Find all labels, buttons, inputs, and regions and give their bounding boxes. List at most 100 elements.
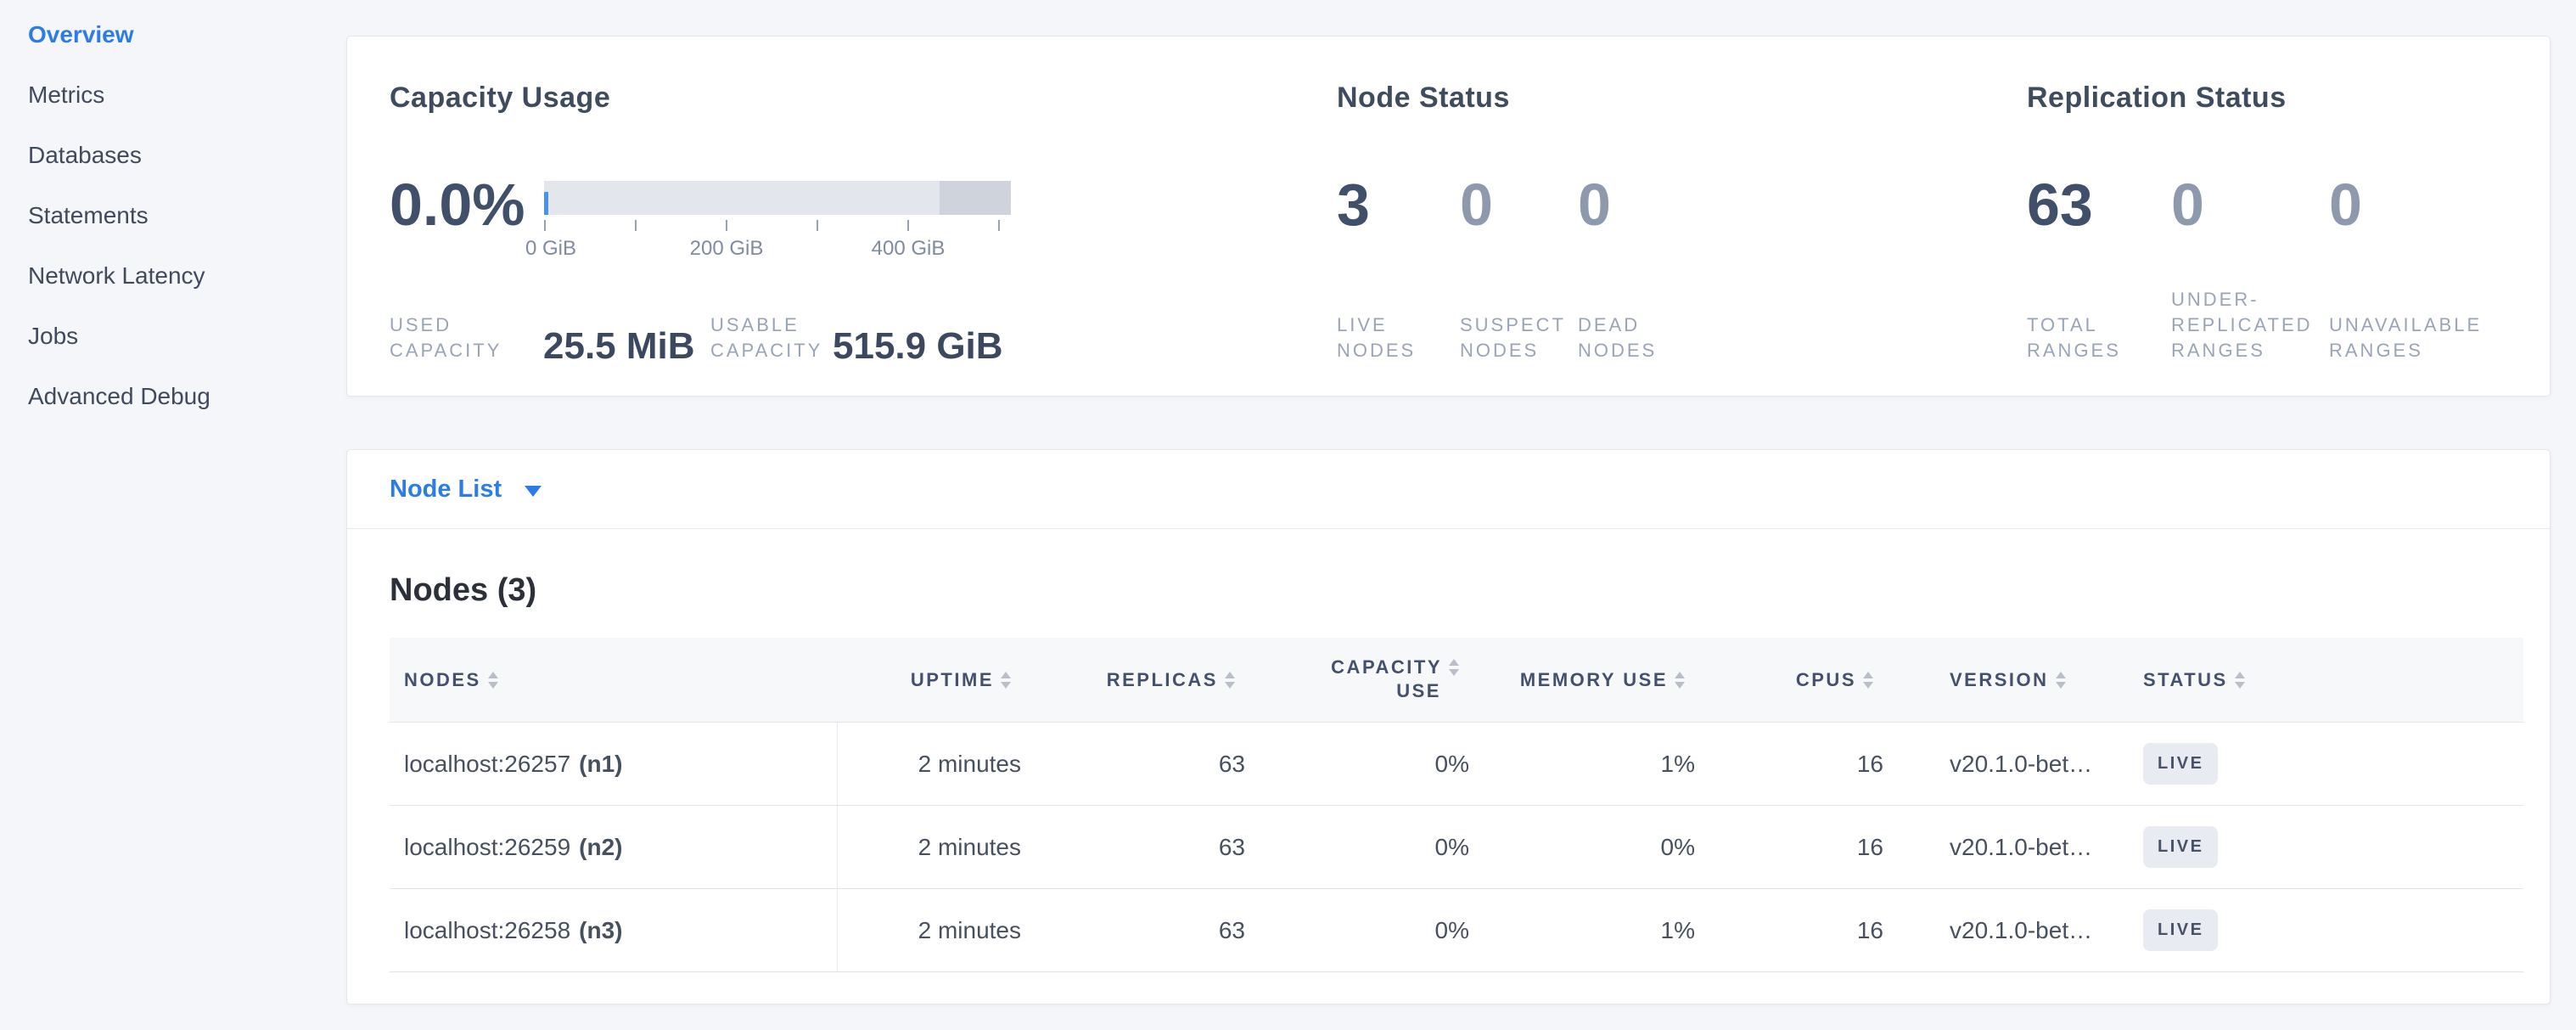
status-badge: LIVE (2143, 743, 2218, 785)
capacity-usage-title: Capacity Usage (390, 82, 610, 115)
status-cell: LIVE (2123, 743, 2523, 785)
column-header-label: UPTIME (911, 669, 994, 691)
sidebar-item-statements[interactable]: Statements (28, 204, 346, 228)
gauge-tick (817, 220, 818, 231)
capacity-gauge-secondary-segment (940, 181, 1011, 215)
capacity-gauge-used-marker (544, 192, 548, 215)
memory-use-cell: 1% (1469, 917, 1695, 944)
suspect-nodes-label: SUSPECT NODES (1460, 312, 1574, 363)
uptime-cell: 2 minutes (838, 917, 1021, 944)
version-cell: v20.1.0-bet… (1883, 751, 2123, 778)
column-header-capacity-use[interactable]: CAPACITY USE (1245, 656, 1469, 704)
capacity-used-percent: 0.0% (390, 172, 525, 237)
dead-nodes-count: 0 (1578, 172, 1611, 237)
node-address: localhost:26259 (404, 834, 570, 861)
column-header-label: REPLICAS (1107, 669, 1218, 691)
capacity-use-cell: 0% (1245, 917, 1469, 944)
chevron-down-icon (525, 486, 542, 497)
cluster-summary-card: Capacity Usage 0.0% 0 GiB 200 GiB 400 Gi… (346, 36, 2551, 397)
capacity-use-cell: 0% (1245, 751, 1469, 778)
column-header-version[interactable]: VERSION (1883, 669, 2123, 691)
total-ranges-count: 63 (2027, 172, 2093, 237)
node-status-title: Node Status (1337, 82, 1510, 115)
dead-nodes-label: DEAD NODES (1578, 312, 1671, 363)
sort-icon[interactable] (488, 672, 498, 689)
live-nodes-label: LIVE NODES (1337, 312, 1430, 363)
usable-capacity-label: USABLE CAPACITY (710, 312, 838, 363)
status-cell: LIVE (2123, 909, 2523, 951)
gauge-tick (544, 220, 546, 231)
table-row[interactable]: localhost:26257 (n1) 2 minutes 63 0% 1% … (390, 723, 2523, 806)
uptime-cell: 2 minutes (838, 834, 1021, 861)
sidebar: Overview Metrics Databases Statements Ne… (0, 0, 346, 1030)
usable-capacity-value: 515.9 GiB (833, 328, 1003, 365)
nodes-table: NODES UPTIME REPLICAS CAPACITY USE (390, 638, 2523, 972)
node-id: (n3) (579, 917, 622, 944)
gauge-tick (726, 220, 727, 231)
replication-status-title: Replication Status (2027, 82, 2287, 115)
column-header-label: VERSION (1950, 669, 2049, 691)
column-header-label: CAPACITY (1331, 656, 1442, 678)
capacity-gauge-track (544, 181, 1011, 215)
sidebar-item-databases[interactable]: Databases (28, 144, 346, 167)
column-header-label: CPUS (1796, 669, 1856, 691)
replicas-cell: 63 (1021, 751, 1245, 778)
used-capacity-value: 25.5 MiB (543, 328, 695, 365)
node-list-selector[interactable]: Node List (347, 450, 2550, 529)
capacity-gauge: 0 GiB 200 GiB 400 GiB (544, 181, 1011, 291)
cpus-cell: 16 (1695, 834, 1883, 861)
node-address-cell: localhost:26257 (n1) (390, 723, 838, 805)
column-header-cpus[interactable]: CPUS (1695, 669, 1883, 691)
gauge-axis-label: 0 GiB (525, 237, 576, 261)
column-header-nodes[interactable]: NODES (390, 669, 838, 691)
under-replicated-ranges-label: UNDER-REPLICATED RANGES (2171, 287, 2341, 363)
cpus-cell: 16 (1695, 917, 1883, 944)
nodes-table-header: NODES UPTIME REPLICAS CAPACITY USE (390, 638, 2523, 723)
total-ranges-label: TOTAL RANGES (2027, 312, 2133, 363)
gauge-tick (635, 220, 637, 231)
sidebar-item-advanced-debug[interactable]: Advanced Debug (28, 385, 346, 408)
sidebar-item-metrics[interactable]: Metrics (28, 83, 346, 107)
sort-icon[interactable] (1225, 672, 1235, 689)
node-address-cell: localhost:26258 (n3) (390, 889, 838, 971)
status-cell: LIVE (2123, 826, 2523, 868)
sort-icon[interactable] (1675, 672, 1685, 689)
sort-icon[interactable] (2056, 672, 2066, 689)
memory-use-cell: 0% (1469, 834, 1695, 861)
column-header-label: MEMORY USE (1520, 669, 1668, 691)
column-header-status[interactable]: STATUS (2123, 669, 2523, 691)
gauge-tick (998, 220, 1000, 231)
sort-icon[interactable] (1863, 672, 1873, 689)
sidebar-item-jobs[interactable]: Jobs (28, 324, 346, 348)
uptime-cell: 2 minutes (838, 751, 1021, 778)
capacity-use-cell: 0% (1245, 834, 1469, 861)
column-header-uptime[interactable]: UPTIME (838, 669, 1021, 691)
gauge-axis-label: 200 GiB (690, 237, 764, 261)
sort-icon[interactable] (2235, 672, 2245, 689)
column-header-label: STATUS (2143, 669, 2228, 691)
sidebar-item-overview[interactable]: Overview (28, 23, 346, 47)
suspect-nodes-count: 0 (1460, 172, 1493, 237)
node-address: localhost:26258 (404, 917, 570, 944)
node-address: localhost:26257 (404, 751, 570, 778)
nodes-heading: Nodes (3) (390, 572, 536, 609)
table-row[interactable]: localhost:26258 (n3) 2 minutes 63 0% 1% … (390, 889, 2523, 972)
node-id: (n1) (579, 751, 622, 778)
column-header-label: NODES (404, 669, 481, 691)
column-header-memory-use[interactable]: MEMORY USE (1469, 669, 1695, 691)
version-cell: v20.1.0-bet… (1883, 917, 2123, 944)
sort-icon[interactable] (1449, 659, 1459, 676)
node-id: (n2) (579, 834, 622, 861)
node-list-selector-label: Node List (390, 476, 502, 504)
replicas-cell: 63 (1021, 834, 1245, 861)
cpus-cell: 16 (1695, 751, 1883, 778)
sort-icon[interactable] (1001, 672, 1011, 689)
sidebar-item-network-latency[interactable]: Network Latency (28, 264, 346, 288)
column-header-replicas[interactable]: REPLICAS (1021, 669, 1245, 691)
column-header-label: USE (1396, 678, 1441, 704)
status-badge: LIVE (2143, 909, 2218, 951)
under-replicated-ranges-count: 0 (2171, 172, 2204, 237)
replicas-cell: 63 (1021, 917, 1245, 944)
used-capacity-label: USED CAPACITY (390, 312, 504, 363)
table-row[interactable]: localhost:26259 (n2) 2 minutes 63 0% 0% … (390, 806, 2523, 889)
